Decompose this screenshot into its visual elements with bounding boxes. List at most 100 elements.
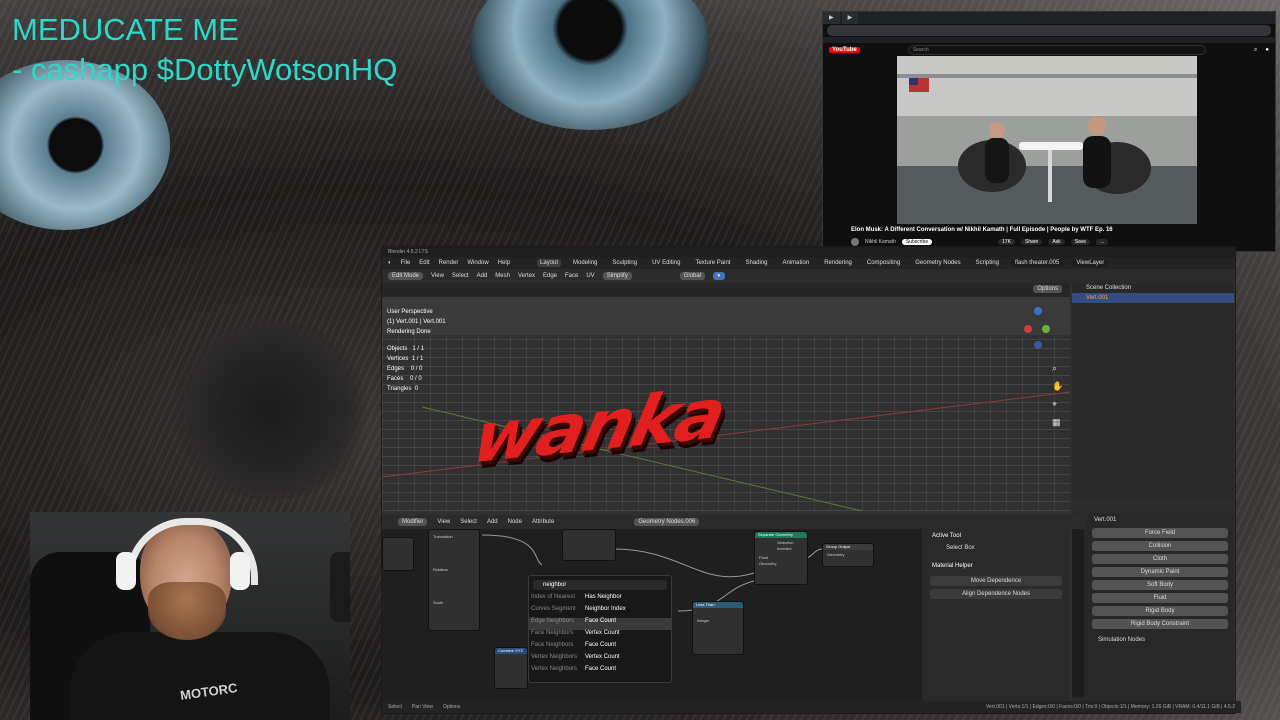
channel-avatar[interactable]: [851, 238, 859, 246]
node-separate-geometry[interactable]: Separate Geometry Selection Inverted Poi…: [754, 531, 808, 585]
menu-edit[interactable]: Edit: [419, 260, 429, 266]
rigid-body-constraint-button[interactable]: Rigid Body Constraint: [1092, 619, 1228, 629]
gizmo-neg-z-icon[interactable]: [1034, 341, 1042, 349]
stat-value: 1 / 1: [411, 356, 424, 362]
blender-window[interactable]: Blender 4.5.2 LTS ◐ File Edit Render Win…: [381, 246, 1241, 714]
more-button[interactable]: ...: [1096, 239, 1109, 245]
shading-solid-button[interactable]: ●: [713, 272, 725, 280]
youtube-browser-window[interactable]: ▶ ▶ YouTube Search ⌕ ● Elon Musk: A Diff…: [822, 11, 1276, 252]
view-layer-selector[interactable]: ViewLayer: [1072, 259, 1109, 267]
search-icon[interactable]: ⌕: [1254, 47, 1257, 54]
node-integer-dropdown[interactable]: Integer: [693, 608, 743, 623]
menu-view[interactable]: View: [431, 273, 444, 279]
node-point-dropdown[interactable]: Point: [755, 551, 807, 560]
tab-uv-editing[interactable]: UV Editing: [649, 259, 683, 267]
rigid-body-button[interactable]: Rigid Body: [1092, 606, 1228, 616]
select-box-tool[interactable]: Select Box: [922, 543, 1070, 559]
orientation-selector[interactable]: Global: [679, 272, 706, 280]
menu-attribute[interactable]: Attribute: [532, 519, 554, 525]
node-transform[interactable]: Translation Rotation Scale: [428, 529, 480, 631]
mode-selector[interactable]: Edit Mode: [388, 272, 424, 280]
search-result-highlighted[interactable]: Edge Neighbors Face Count: [529, 618, 671, 630]
menu-add[interactable]: Add: [487, 519, 498, 525]
gizmo-x-icon[interactable]: [1024, 325, 1032, 333]
browser-tab-active[interactable]: ▶: [841, 12, 859, 24]
tab-layout[interactable]: Layout: [537, 259, 562, 267]
search-result[interactable]: Face Neighbors Face Count: [529, 642, 671, 654]
node-combine-xyz[interactable]: Combine XYZ: [494, 647, 528, 689]
menu-view[interactable]: View: [437, 519, 450, 525]
outliner-item-vert[interactable]: Vert.001: [1072, 293, 1234, 303]
dynamic-paint-button[interactable]: Dynamic Paint: [1092, 567, 1228, 577]
search-result[interactable]: Curves Segment Neighbor Index: [529, 606, 671, 618]
node-less-than[interactable]: Less Than Integer: [692, 601, 744, 655]
material-helper-title[interactable]: Material Helper: [922, 559, 1070, 573]
modifier-selector[interactable]: Modifier: [398, 518, 428, 526]
tab-compositing[interactable]: Compositing: [864, 259, 903, 267]
gizmo-z-icon[interactable]: [1034, 307, 1042, 315]
tab-scripting[interactable]: Scripting: [973, 259, 1002, 267]
share-button[interactable]: Share: [1021, 239, 1043, 245]
simplify-button[interactable]: Simplify: [602, 272, 632, 280]
save-button[interactable]: Save: [1070, 239, 1091, 245]
outliner-scene-collection[interactable]: Scene Collection: [1072, 283, 1234, 293]
move-dependence-button[interactable]: Move Dependence: [930, 576, 1062, 586]
menu-add[interactable]: Add: [477, 273, 488, 279]
node-search-input[interactable]: neighbor: [533, 580, 667, 590]
menu-node[interactable]: Node: [508, 519, 522, 525]
node-search-popup[interactable]: neighbor Index of Nearest Has Neighbor Cu…: [528, 575, 672, 683]
menu-help[interactable]: Help: [498, 260, 510, 266]
channel-name[interactable]: Nikhil Kamath: [865, 239, 896, 245]
youtube-logo[interactable]: YouTube: [829, 47, 860, 53]
menu-render[interactable]: Render: [439, 260, 459, 266]
cloth-button[interactable]: Cloth: [1092, 554, 1228, 564]
menu-face[interactable]: Face: [565, 273, 578, 279]
search-result[interactable]: Vertex Neighbors Vertex Count: [529, 654, 671, 666]
tab-shading[interactable]: Shading: [742, 259, 770, 267]
blender-logo-icon[interactable]: ◐: [388, 260, 392, 266]
node-editor-canvas[interactable]: Translation Rotation Scale Separate Geom…: [382, 529, 922, 701]
node-group-output[interactable]: Group Output Geometry: [822, 543, 874, 567]
simulation-nodes-section[interactable]: Simulation Nodes: [1072, 629, 1234, 643]
menu-mesh[interactable]: Mesh: [495, 273, 510, 279]
tab-animation[interactable]: Animation: [780, 259, 813, 267]
search-result[interactable]: Vertex Neighbors Face Count: [529, 666, 671, 678]
tab-rendering[interactable]: Rendering: [821, 259, 855, 267]
video-player[interactable]: [897, 56, 1197, 224]
collision-button[interactable]: Collision: [1092, 541, 1228, 551]
search-result[interactable]: Index of Nearest Has Neighbor: [529, 594, 671, 606]
mic-icon[interactable]: ●: [1265, 47, 1269, 53]
browser-tab[interactable]: ▶: [823, 12, 840, 24]
menu-edge[interactable]: Edge: [543, 273, 557, 279]
3d-viewport[interactable]: User Perspective (1) Vert.001 | Vert.001…: [382, 297, 1070, 511]
node-mesh-input[interactable]: [562, 529, 616, 561]
youtube-search-input[interactable]: Search: [907, 45, 1206, 55]
menu-select[interactable]: Select: [460, 519, 477, 525]
like-button[interactable]: 17K: [998, 239, 1015, 245]
force-field-button[interactable]: Force Field: [1092, 528, 1228, 538]
address-bar[interactable]: [827, 25, 1271, 36]
active-tool-title[interactable]: Active Tool: [922, 529, 1070, 543]
ask-button[interactable]: Ask: [1048, 239, 1065, 245]
tab-sculpting[interactable]: Sculpting: [609, 259, 640, 267]
search-result[interactable]: Face Neighbors Vertex Count: [529, 630, 671, 642]
menu-vertex[interactable]: Vertex: [518, 273, 535, 279]
node-tree-selector[interactable]: Geometry Nodes.006: [634, 518, 700, 526]
scene-selector[interactable]: flash theater.005: [1010, 259, 1064, 267]
soft-body-button[interactable]: Soft Body: [1092, 580, 1228, 590]
align-dependence-button[interactable]: Align Dependence Nodes: [930, 589, 1062, 599]
tab-modeling[interactable]: Modeling: [570, 259, 600, 267]
options-button[interactable]: Options: [1033, 285, 1062, 293]
tab-geometry-nodes[interactable]: Geometry Nodes: [912, 259, 963, 267]
properties-tabs[interactable]: [1072, 517, 1084, 697]
navigation-icons[interactable]: ⌕ ✋ ⌖ ▦: [1052, 359, 1063, 431]
gizmo-y-icon[interactable]: [1042, 325, 1050, 333]
menu-file[interactable]: File: [401, 260, 411, 266]
menu-select[interactable]: Select: [452, 273, 469, 279]
subscribe-button[interactable]: Subscribe: [901, 239, 933, 245]
menu-window[interactable]: Window: [467, 260, 488, 266]
menu-uv[interactable]: UV: [586, 273, 594, 279]
tab-texture-paint[interactable]: Texture Paint: [692, 259, 733, 267]
node-vector[interactable]: [382, 537, 414, 571]
fluid-button[interactable]: Fluid: [1092, 593, 1228, 603]
